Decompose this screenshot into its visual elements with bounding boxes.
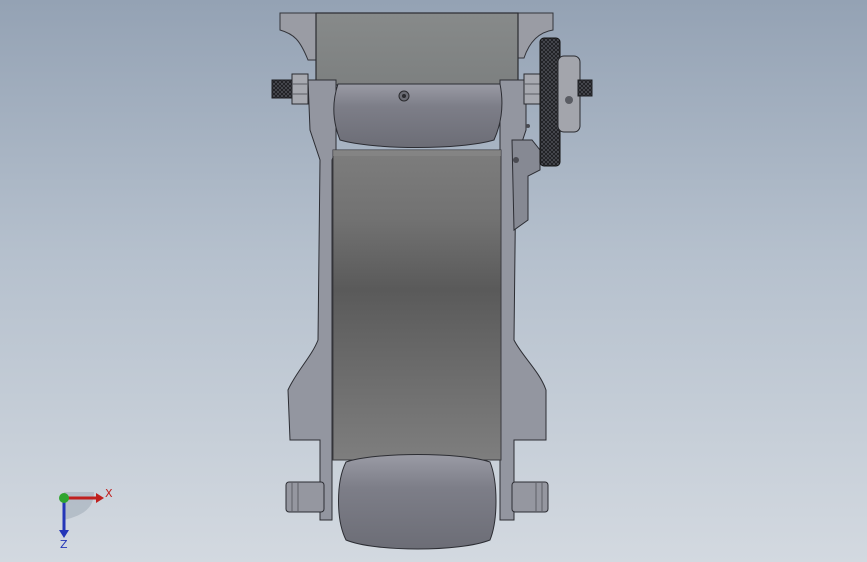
x-axis-label: X xyxy=(105,487,113,500)
right-shaft-stub xyxy=(511,481,549,513)
z-axis-label: Z xyxy=(60,538,68,550)
top-cover-block xyxy=(315,12,519,86)
belt-conveyor-model[interactable] xyxy=(0,0,867,562)
y-axis-dot xyxy=(59,493,69,503)
pulley-hub xyxy=(557,55,581,133)
timing-pulley xyxy=(539,37,561,167)
right-hex-nut xyxy=(523,73,541,105)
left-hex-nut xyxy=(291,73,309,105)
drive-side-housing xyxy=(511,139,541,231)
coordinate-triad: X Z xyxy=(59,487,113,550)
left-side-frame xyxy=(287,79,337,521)
bottom-idler-roller xyxy=(338,454,497,550)
left-threaded-rod xyxy=(271,79,295,99)
graphics-viewport[interactable]: X Z xyxy=(0,0,867,562)
top-drive-roller xyxy=(333,83,503,148)
conveyor-belt xyxy=(332,149,502,461)
belt-edge-band xyxy=(333,150,501,156)
pulley-threaded-end xyxy=(577,79,593,97)
left-top-bracket xyxy=(279,12,319,61)
